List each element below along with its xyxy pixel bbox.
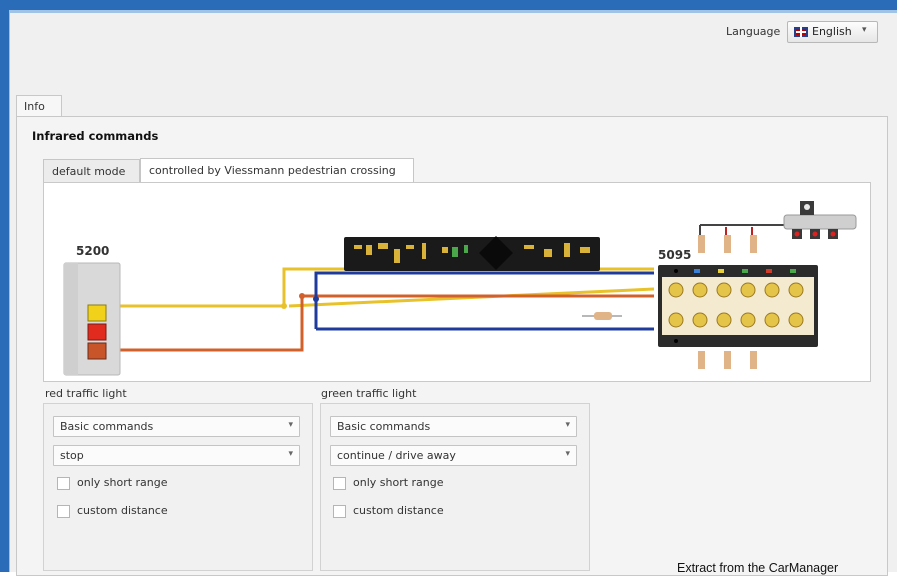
checkbox-label: only short range (77, 476, 168, 489)
green-command-type-select[interactable]: Basic commands ▾ (330, 416, 577, 437)
top-resistors (698, 235, 757, 253)
checkbox-box[interactable] (333, 505, 346, 518)
tab-pedestrian-crossing[interactable]: controlled by Viessmann pedestrian cross… (140, 158, 414, 184)
red-command-select[interactable]: stop ▾ (53, 445, 300, 466)
crossing-signal-body (783, 214, 857, 230)
chevron-down-icon: ▾ (565, 449, 570, 459)
tab-default-mode[interactable]: default mode (43, 159, 140, 183)
group-label-green-light: green traffic light (321, 387, 417, 400)
checkbox-box[interactable] (57, 505, 70, 518)
red-command-value: stop (60, 449, 84, 462)
language-dropdown[interactable]: English ▾ (787, 21, 878, 43)
checkbox-label: custom distance (77, 504, 168, 517)
device-5200-label: 5200 (76, 244, 109, 258)
tab-info-label: Info (24, 100, 45, 113)
chevron-down-icon: ▾ (862, 25, 867, 35)
wires (104, 267, 655, 353)
bottom-resistors (698, 351, 757, 369)
red-command-type-select[interactable]: Basic commands ▾ (53, 416, 300, 437)
checkbox-box[interactable] (333, 477, 346, 490)
checkbox-label: only short range (353, 476, 444, 489)
tab-default-mode-label: default mode (52, 165, 126, 178)
section-title: Infrared commands (32, 129, 159, 143)
window-frame-left (0, 0, 9, 572)
red-short-range-checkbox[interactable]: only short range (57, 476, 257, 492)
uk-flag-icon (794, 27, 808, 37)
red-custom-distance-checkbox[interactable]: custom distance (57, 504, 257, 520)
language-label: Language (726, 25, 781, 38)
device-5200-edge (64, 263, 78, 375)
junction-dot (313, 296, 319, 302)
wiring-diagram: 5200 5095 (43, 182, 871, 382)
orange-wire (106, 294, 654, 352)
resistor (594, 312, 612, 320)
language-value: English (812, 25, 852, 38)
light-red (87, 323, 107, 341)
window-frame-top (0, 0, 897, 10)
green-command-select[interactable]: continue / drive away ▾ (330, 445, 577, 466)
light-yellow (87, 304, 107, 322)
group-label-red-light: red traffic light (45, 387, 127, 400)
green-custom-distance-checkbox[interactable]: custom distance (333, 504, 533, 520)
green-command-value: continue / drive away (337, 449, 456, 462)
light-orange (87, 342, 107, 360)
junction-dot (299, 293, 305, 299)
device-5095-label: 5095 (658, 248, 691, 262)
checkbox-box[interactable] (57, 477, 70, 490)
junction-dot (281, 303, 287, 309)
tab-info[interactable]: Info (16, 95, 62, 117)
tab-pedestrian-crossing-label: controlled by Viessmann pedestrian cross… (149, 164, 396, 177)
app-window: Language English ▾ Info Infrared command… (9, 13, 897, 576)
image-caption: Extract from the CarManager (677, 561, 839, 575)
decoder-board (344, 237, 600, 271)
green-command-type-value: Basic commands (337, 420, 431, 433)
red-command-type-value: Basic commands (60, 420, 154, 433)
chevron-down-icon: ▾ (288, 420, 293, 430)
chevron-down-icon: ▾ (565, 420, 570, 430)
chevron-down-icon: ▾ (288, 449, 293, 459)
wiring-diagram-svg: 5200 5095 (63, 201, 857, 376)
checkbox-label: custom distance (353, 504, 444, 517)
green-short-range-checkbox[interactable]: only short range (333, 476, 533, 492)
